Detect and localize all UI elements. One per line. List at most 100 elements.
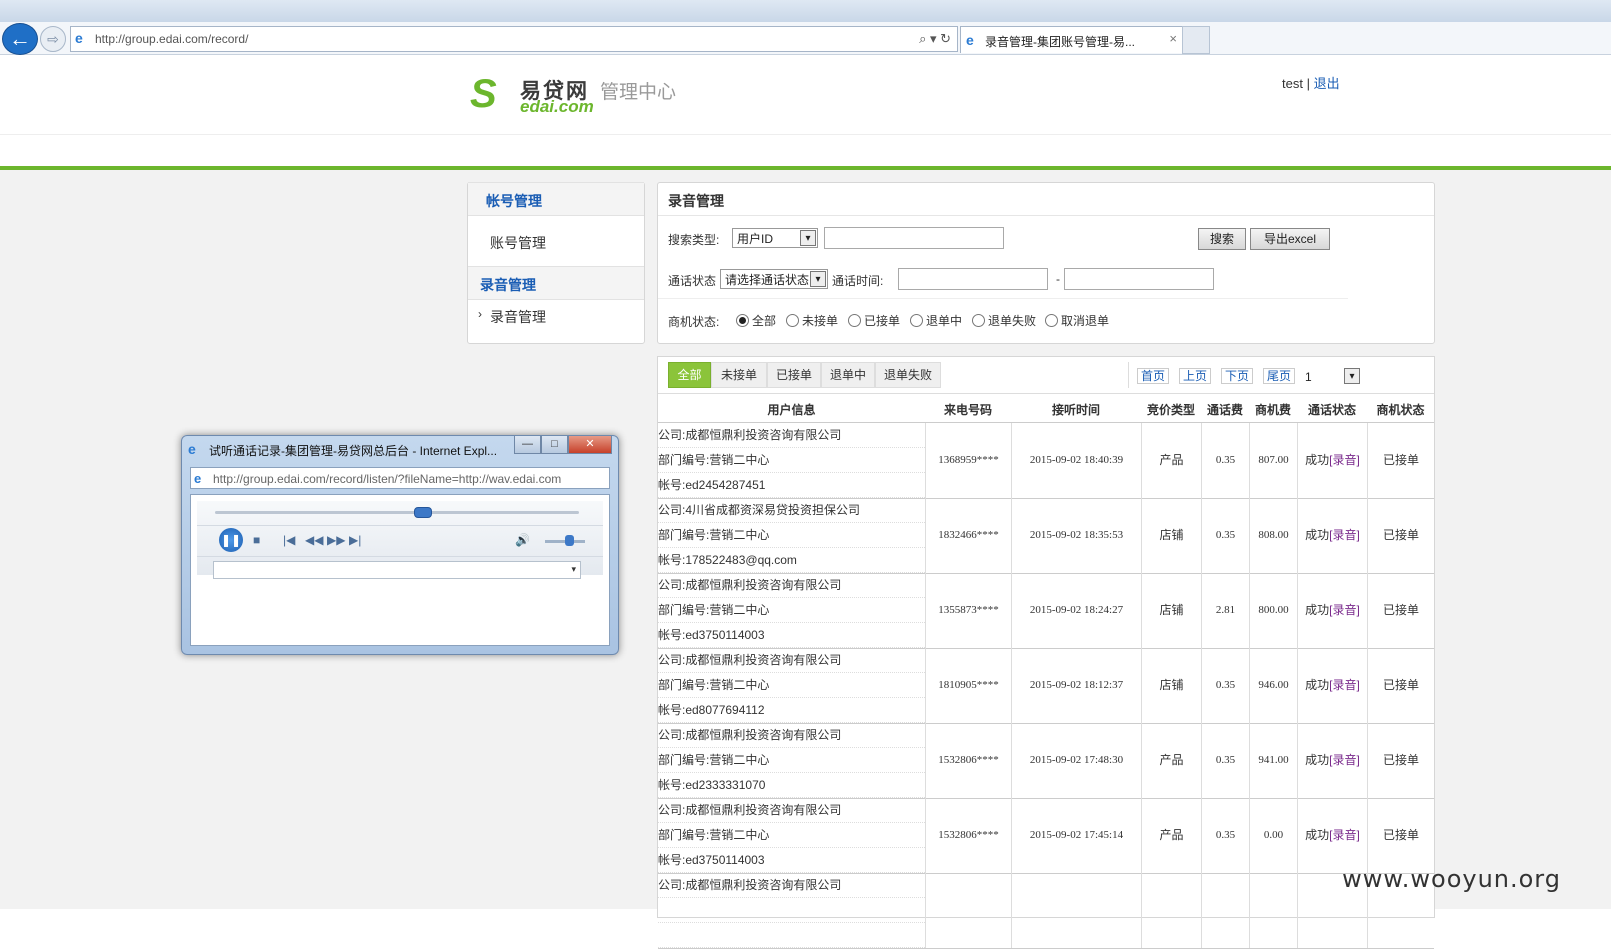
back-arrow-icon: ← bbox=[9, 26, 31, 51]
call-status-text: 成功 bbox=[1305, 528, 1330, 542]
call-status-text: 成功 bbox=[1305, 828, 1330, 842]
pause-icon[interactable]: ❚❚ bbox=[219, 528, 243, 552]
cell-biz-fee: 800.00 bbox=[1249, 573, 1297, 648]
previous-icon[interactable]: |◀ bbox=[283, 533, 295, 547]
stop-icon[interactable]: ■ bbox=[253, 533, 260, 547]
record-link[interactable]: [录音] bbox=[1329, 753, 1360, 767]
cell-biz-fee: 808.00 bbox=[1249, 498, 1297, 573]
speaker-icon[interactable]: 🔊 bbox=[515, 533, 530, 547]
tab-unaccepted[interactable]: 未接单 bbox=[711, 362, 767, 388]
back-button[interactable]: ← bbox=[2, 23, 38, 55]
sidebar-item-recording[interactable]: › 录音管理 bbox=[468, 299, 644, 331]
cell-phone: 1532806**** bbox=[925, 723, 1011, 798]
call-status-label: 通话状态 bbox=[668, 274, 717, 288]
listen-popup-window[interactable]: e 试听通话记录-集团管理-易贷网总后台 - Internet Expl... … bbox=[181, 435, 619, 655]
ie-icon: e bbox=[966, 32, 974, 48]
search-button[interactable]: 搜索 bbox=[1198, 228, 1246, 250]
radio-refunding[interactable]: 退单中 bbox=[910, 312, 962, 329]
table-row: 公司:成都恒鼎利投资咨询有限公司 bbox=[658, 873, 1434, 949]
user-info-dept: 部门编号:营销二中心 bbox=[658, 598, 925, 623]
call-time-start-input[interactable] bbox=[898, 268, 1048, 290]
search-type-select[interactable]: 用户ID ▾ bbox=[732, 228, 818, 248]
page-select[interactable]: 1 ▾ bbox=[1301, 367, 1361, 387]
radio-all[interactable]: 全部 bbox=[736, 312, 776, 329]
record-link[interactable]: [录音] bbox=[1329, 528, 1360, 542]
table-row: 公司:成都恒鼎利投资咨询有限公司 部门编号:营销二中心 帐号:ed807769411… bbox=[658, 648, 1434, 724]
radio-unaccepted[interactable]: 未接单 bbox=[786, 312, 838, 329]
biz-status-label: 商机状态: bbox=[668, 315, 720, 329]
address-tools-icon[interactable]: ⌕ ▾ ↻ bbox=[919, 31, 951, 47]
logout-link[interactable]: 退出 bbox=[1314, 76, 1340, 91]
record-link[interactable]: [录音] bbox=[1329, 678, 1360, 692]
new-tab-button[interactable] bbox=[1182, 26, 1210, 54]
tab-accepted[interactable]: 已接单 bbox=[767, 362, 821, 388]
radio-accepted[interactable]: 已接单 bbox=[848, 312, 900, 329]
search-type-label: 搜索类型: bbox=[668, 233, 720, 247]
address-bar[interactable]: e http://group.edai.com/record/ ⌕ ▾ ↻ bbox=[70, 26, 958, 52]
minimize-button[interactable]: — bbox=[514, 436, 541, 454]
call-time-end-input[interactable] bbox=[1064, 268, 1214, 290]
fast-forward-icon[interactable]: ▶▶ bbox=[327, 533, 345, 547]
cell-call-fee: 0.35 bbox=[1201, 723, 1249, 798]
user-info-company: 公司:成都恒鼎利投资咨询有限公司 bbox=[658, 648, 925, 673]
user-sep: | bbox=[1306, 76, 1310, 91]
call-status-select[interactable]: 请选择通话状态 ▾ bbox=[720, 269, 828, 289]
sidebar-section-recording[interactable]: 录音管理 bbox=[468, 266, 644, 300]
pager-prev[interactable]: 上页 bbox=[1179, 368, 1212, 384]
user-info-company: 公司:4川省成都资深易贷投资担保公司 bbox=[658, 498, 925, 523]
cell-biz-fee: 941.00 bbox=[1249, 723, 1297, 798]
popup-address-bar[interactable]: e http://group.edai.com/record/listen/?f… bbox=[190, 467, 610, 489]
col-time: 接听时间 bbox=[1051, 403, 1100, 417]
radio-icon bbox=[786, 314, 799, 327]
cell-phone: 1368959**** bbox=[925, 423, 1011, 498]
call-status-value: 请选择通话状态 bbox=[725, 273, 810, 287]
ie-icon: e bbox=[188, 441, 196, 457]
table-row: 公司:成都恒鼎利投资咨询有限公司 部门编号:营销二中心 帐号:ed245428745… bbox=[658, 423, 1434, 499]
radio-icon bbox=[972, 314, 985, 327]
divider bbox=[658, 215, 1434, 216]
sidebar-item-account[interactable]: 账号管理 bbox=[468, 225, 644, 257]
address-url[interactable]: http://group.edai.com/record/ bbox=[95, 32, 248, 46]
chevron-down-icon: ▾ bbox=[1344, 368, 1360, 384]
cell-biz-status: 已接单 bbox=[1367, 423, 1434, 498]
browser-tab[interactable]: e 录音管理-集团账号管理-易... × bbox=[960, 26, 1184, 53]
maximize-button[interactable]: □ bbox=[541, 436, 568, 454]
tab-refunding[interactable]: 退单中 bbox=[821, 362, 875, 388]
rewind-icon[interactable]: ◀◀ bbox=[305, 533, 323, 547]
cell-time: 2015-09-02 18:24:27 bbox=[1011, 573, 1141, 648]
cell-bid: 店铺 bbox=[1141, 498, 1201, 573]
cell-phone: 1532806**** bbox=[925, 798, 1011, 873]
sidebar-section-account[interactable]: 帐号管理 bbox=[468, 182, 644, 216]
panel-title: 录音管理 bbox=[668, 193, 724, 209]
next-icon[interactable]: ▶| bbox=[349, 533, 361, 547]
taskbar-strip bbox=[0, 0, 1611, 23]
media-select[interactable]: ▾ bbox=[213, 561, 581, 579]
user-info-dept: 部门编号:营销二中心 bbox=[658, 823, 925, 848]
table-row: 公司:成都恒鼎利投资咨询有限公司 部门编号:营销二中心 帐号:ed375011400… bbox=[658, 573, 1434, 649]
tab-all[interactable]: 全部 bbox=[668, 362, 711, 388]
pager-last[interactable]: 尾页 bbox=[1263, 368, 1296, 384]
cell-call-fee: 0.35 bbox=[1201, 423, 1249, 498]
close-button[interactable]: ✕ bbox=[568, 436, 612, 454]
user-info-company: 公司:成都恒鼎利投资咨询有限公司 bbox=[658, 723, 925, 748]
radio-cancel-refund[interactable]: 取消退单 bbox=[1045, 312, 1109, 329]
record-link[interactable]: [录音] bbox=[1329, 453, 1360, 467]
search-input[interactable] bbox=[824, 227, 1004, 249]
seek-knob[interactable] bbox=[414, 507, 433, 518]
pager-first[interactable]: 首页 bbox=[1137, 368, 1170, 384]
forward-button[interactable]: ⇨ bbox=[40, 26, 66, 52]
record-link[interactable]: [录音] bbox=[1329, 603, 1360, 617]
pager-next[interactable]: 下页 bbox=[1221, 368, 1254, 384]
call-status-text: 成功 bbox=[1305, 753, 1330, 767]
seek-bar[interactable] bbox=[215, 511, 579, 514]
volume-knob[interactable] bbox=[565, 535, 574, 546]
cell-call-status: 成功[录音] bbox=[1297, 798, 1367, 873]
radio-refund-failed[interactable]: 退单失败 bbox=[972, 312, 1036, 329]
record-link[interactable]: [录音] bbox=[1329, 828, 1360, 842]
username: test bbox=[1282, 76, 1303, 91]
tab-close-icon[interactable]: × bbox=[1169, 31, 1177, 46]
cell-call-status: 成功[录音] bbox=[1297, 723, 1367, 798]
export-excel-button[interactable]: 导出excel bbox=[1250, 228, 1330, 250]
cell-biz-fee bbox=[1249, 873, 1297, 948]
tab-refund-failed[interactable]: 退单失败 bbox=[875, 362, 941, 388]
